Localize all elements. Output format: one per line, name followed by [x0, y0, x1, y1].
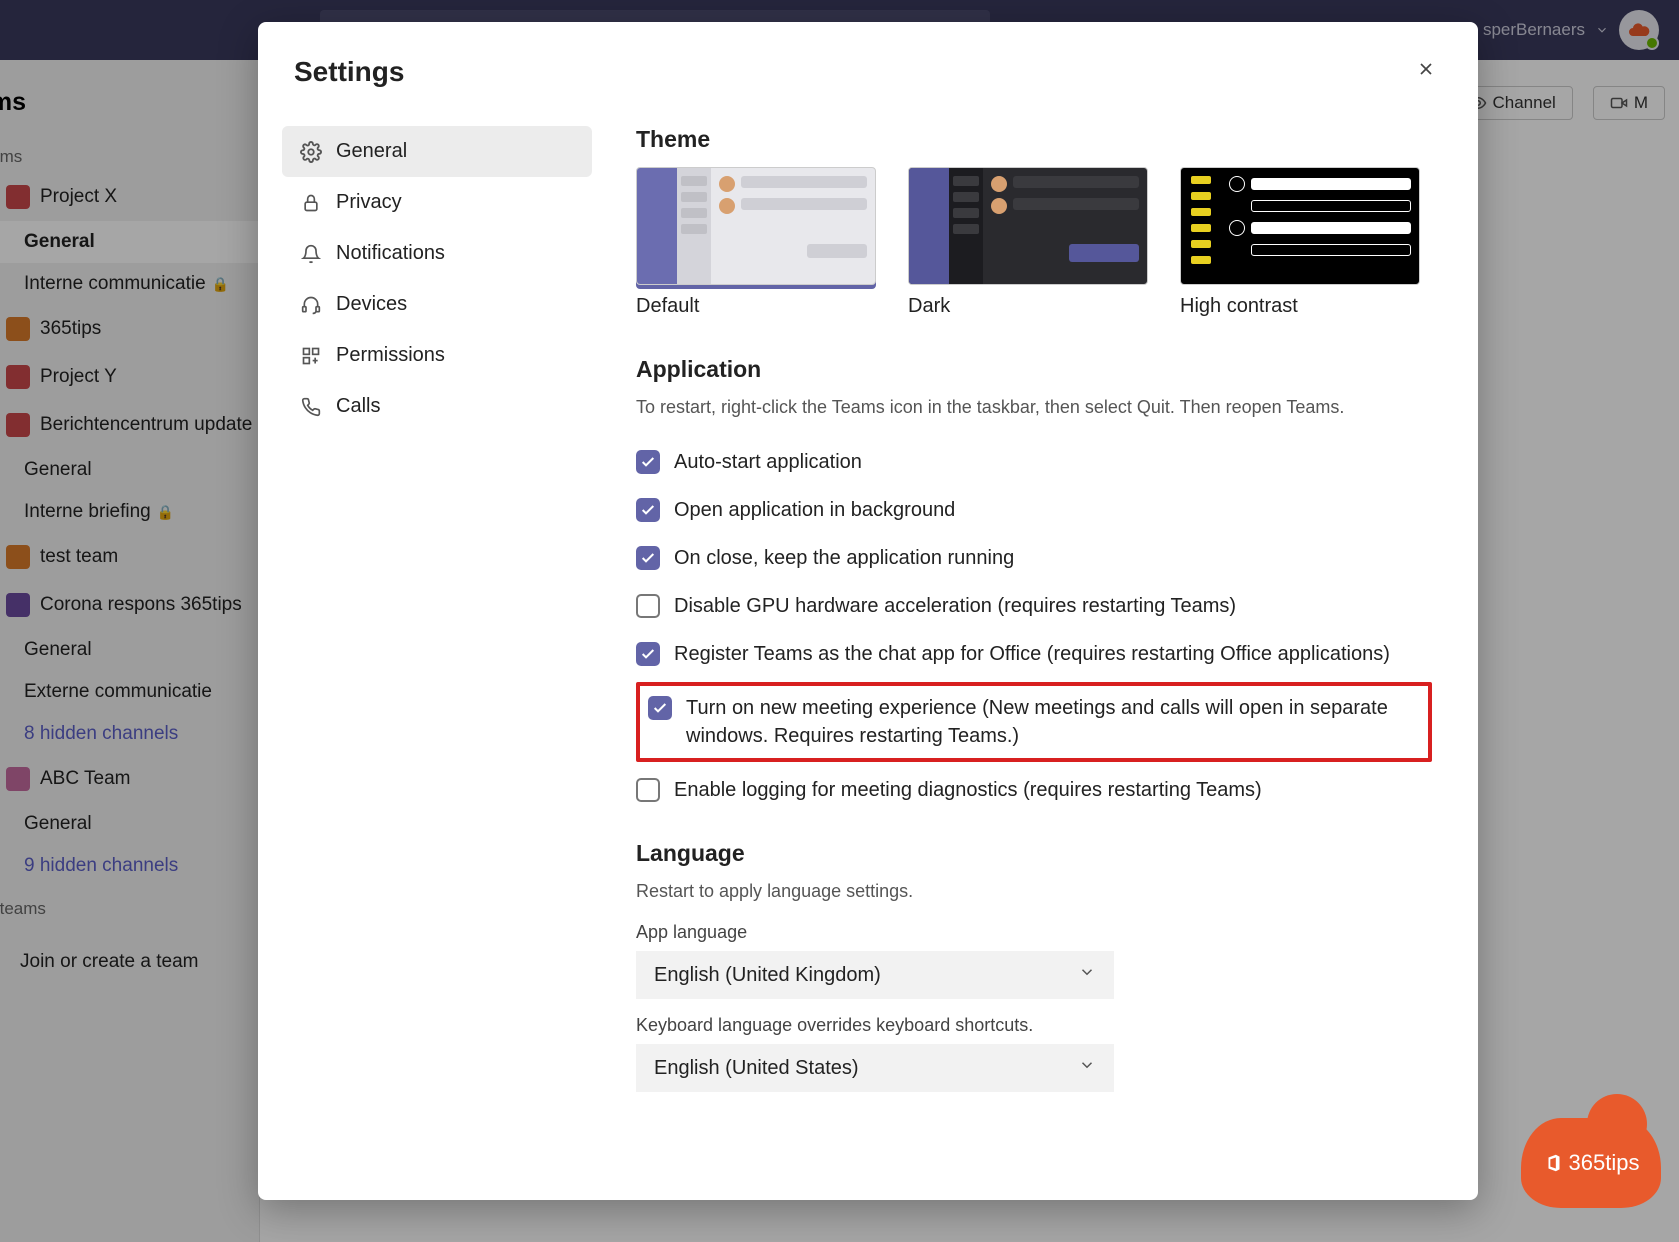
checkbox-label: On close, keep the application running	[674, 544, 1014, 572]
keyboard-language-dropdown[interactable]: English (United States)	[636, 1044, 1114, 1092]
chevron-down-icon	[1078, 1056, 1096, 1080]
office-icon	[1543, 1152, 1565, 1174]
theme-high-contrast[interactable]: High contrast	[1180, 167, 1420, 318]
keyboard-language-label: Keyboard language overrides keyboard sho…	[636, 1015, 1432, 1036]
checkbox-label: Disable GPU hardware acceleration (requi…	[674, 592, 1236, 620]
application-subtitle: To restart, right-click the Teams icon i…	[636, 397, 1432, 418]
checkbox[interactable]	[636, 778, 660, 802]
checkbox-row[interactable]: Enable logging for meeting diagnostics (…	[636, 766, 1432, 814]
checkbox[interactable]	[636, 594, 660, 618]
checkbox[interactable]	[636, 498, 660, 522]
nav-privacy[interactable]: Privacy	[282, 177, 592, 228]
theme-dark[interactable]: Dark	[908, 167, 1148, 318]
nav-general[interactable]: General	[282, 126, 592, 177]
lock-icon	[300, 192, 322, 214]
nav-calls[interactable]: Calls	[282, 381, 592, 432]
settings-content: Theme Default Dark	[592, 110, 1462, 1184]
gear-icon	[300, 141, 322, 163]
theme-preview-default	[636, 167, 876, 285]
checkbox-row[interactable]: Disable GPU hardware acceleration (requi…	[636, 582, 1432, 630]
nav-notifications[interactable]: Notifications	[282, 228, 592, 279]
headset-icon	[300, 294, 322, 316]
watermark-badge: 365tips	[1521, 1118, 1661, 1208]
theme-preview-dark	[908, 167, 1148, 285]
theme-preview-hc	[1180, 167, 1420, 285]
nav-devices[interactable]: Devices	[282, 279, 592, 330]
theme-title: Theme	[636, 126, 1432, 153]
checkbox[interactable]	[636, 450, 660, 474]
checkbox-row[interactable]: On close, keep the application running	[636, 534, 1432, 582]
checkbox-row[interactable]: Register Teams as the chat app for Offic…	[636, 630, 1432, 678]
checkbox[interactable]	[648, 696, 672, 720]
checkbox-row[interactable]: Open application in background	[636, 486, 1432, 534]
app-language-dropdown[interactable]: English (United Kingdom)	[636, 951, 1114, 999]
theme-default[interactable]: Default	[636, 167, 876, 318]
language-title: Language	[636, 840, 1432, 867]
checkbox-label: Auto-start application	[674, 448, 862, 476]
phone-icon	[300, 396, 322, 418]
close-button[interactable]	[1410, 52, 1442, 92]
language-subtitle: Restart to apply language settings.	[636, 881, 1432, 902]
nav-permissions[interactable]: Permissions	[282, 330, 592, 381]
checkbox[interactable]	[636, 546, 660, 570]
checkbox-label: Enable logging for meeting diagnostics (…	[674, 776, 1262, 804]
checkbox-label: Turn on new meeting experience (New meet…	[686, 694, 1418, 750]
close-icon	[1416, 59, 1436, 79]
checkbox-label: Open application in background	[674, 496, 955, 524]
checkbox-row[interactable]: Auto-start application	[636, 438, 1432, 486]
modal-title: Settings	[294, 56, 404, 88]
settings-modal: Settings General Privacy Notifications D…	[258, 22, 1478, 1200]
checkbox-label: Register Teams as the chat app for Offic…	[674, 640, 1390, 668]
chevron-down-icon	[1078, 963, 1096, 987]
app-language-label: App language	[636, 922, 1432, 943]
apps-icon	[300, 345, 322, 367]
checkbox[interactable]	[636, 642, 660, 666]
bell-icon	[300, 243, 322, 265]
checkbox-row[interactable]: Turn on new meeting experience (New meet…	[636, 682, 1432, 762]
settings-nav: General Privacy Notifications Devices Pe…	[282, 110, 592, 1184]
application-title: Application	[636, 356, 1432, 383]
